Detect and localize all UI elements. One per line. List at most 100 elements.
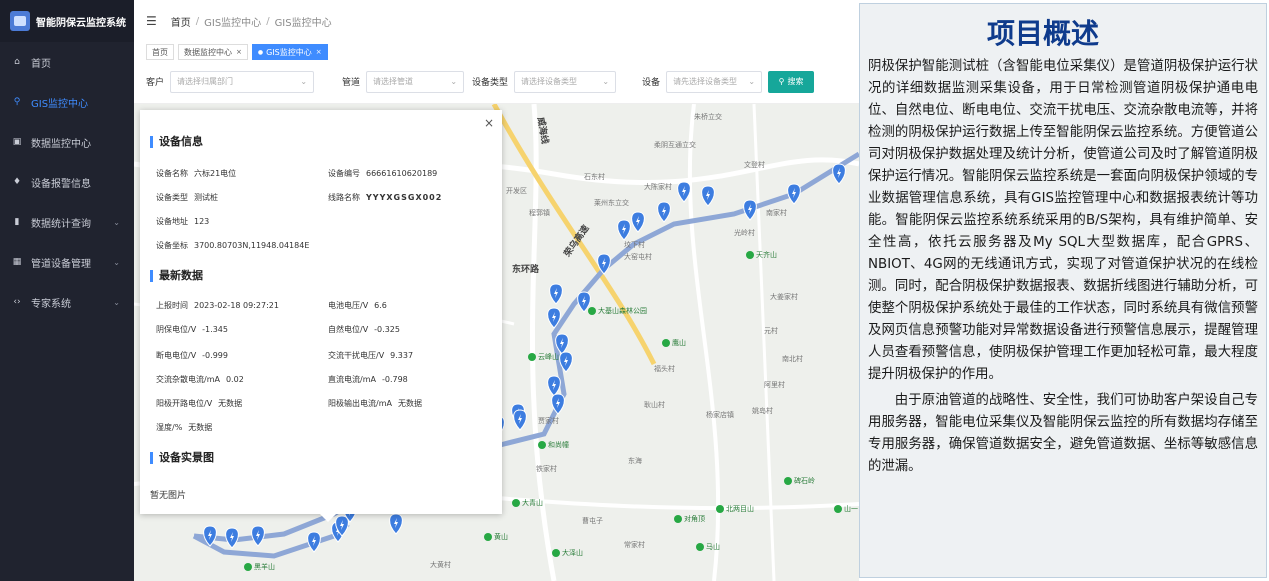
chevron-down-icon: ⌄	[113, 297, 120, 307]
sidebar-item[interactable]: ‹› 专家系统 ⌄	[0, 282, 134, 322]
field-dc-current: 直流电流/mA -0.798	[328, 375, 408, 384]
main-area: ☰ 首页 / GIS监控中心 / GIS监控中心 首页 数据监控中心 × ● GIS监控…	[134, 0, 859, 581]
field-battery-voltage: 电池电压/V 6.6	[328, 301, 387, 310]
monitor-icon: ▣	[12, 137, 22, 147]
tab[interactable]: ● GIS监控中心 ×	[251, 44, 328, 60]
home-icon: ⌂	[14, 57, 20, 67]
tab-bar: 首页 数据监控中心 × ● GIS监控中心 ×	[134, 42, 859, 60]
map-poi: 马山	[696, 542, 720, 552]
project-overview-panel: 项目概述 阴极保护智能测试桩（含智能电位采集仪）是管道阴极保护运行状况的详细数据…	[859, 3, 1267, 578]
sidebar-item[interactable]: ▣ 数据监控中心	[0, 122, 134, 162]
menu-toggle-icon[interactable]: ☰	[146, 14, 157, 28]
breadcrumb-home[interactable]: 首页	[171, 14, 191, 29]
chevron-down-icon: ⌄	[748, 77, 756, 86]
map-label: 文登村	[744, 161, 765, 169]
map-label: 光岭村	[734, 229, 755, 237]
customer-placeholder: 请选择归属部门	[177, 77, 234, 86]
road-label: 东环路	[512, 265, 540, 275]
sidebar: 智能阴保云监控系统 ⌂ 首页 ⚲ GIS监控中心 ▣ 数据监控中心 ♦ 设备报警信息 ▮ 数据统计…	[0, 0, 134, 581]
tab[interactable]: 数据监控中心 ×	[178, 44, 248, 60]
sidebar-item-label: 设备报警信息	[31, 178, 91, 190]
map-label: 大窑屯村	[624, 253, 652, 261]
chevron-down-icon: ⌄	[300, 77, 308, 86]
chevron-down-icon: ⌄	[113, 217, 120, 227]
field-ac-stray-current: 交流杂散电流/mA 0.02	[156, 375, 244, 384]
map-label: 杨家店镇	[706, 411, 734, 419]
map-poi: 大泽山	[552, 548, 583, 558]
sidebar-item[interactable]: ⌂ 首页	[0, 42, 134, 82]
field-anode-output-current: 阳极输出电流/mA 无数据	[328, 399, 422, 408]
sidebar-nav: ⌂ 首页 ⚲ GIS监控中心 ▣ 数据监控中心 ♦ 设备报警信息 ▮ 数据统计查询 ⌄ ▦ 管道设备管理…	[0, 42, 134, 322]
sidebar-item-label: 数据监控中心	[31, 138, 91, 150]
field-device-name: 设备名称 六标21电位	[156, 169, 237, 178]
breadcrumb-section[interactable]: GIS监控中心	[204, 14, 261, 29]
search-icon: ⚲	[778, 77, 785, 86]
close-tab-icon[interactable]: ×	[236, 48, 242, 56]
chevron-down-icon: ⌄	[450, 77, 458, 86]
map-poi: 鹰山	[662, 338, 686, 348]
chart-icon: ▮	[14, 217, 20, 227]
sidebar-item[interactable]: ▦ 管道设备管理 ⌄	[0, 242, 134, 282]
device-select[interactable]: 请先选择设备类型 ⌄	[666, 70, 763, 93]
overview-paragraph-1: 阴极保护智能测试桩（含智能电位采集仪）是管道阴极保护运行状况的详细数据监测采集设…	[868, 59, 1258, 382]
map-label: 元村	[764, 327, 778, 335]
popup-pointer	[320, 514, 336, 522]
close-icon[interactable]: ×	[484, 116, 494, 130]
pipeline-placeholder: 请选择管道	[373, 77, 414, 86]
map-label: 东海	[628, 457, 642, 465]
sidebar-item-label: GIS监控中心	[31, 98, 89, 110]
map-label: 大姜家村	[770, 293, 798, 301]
map-label: 柔阴互通立交	[654, 141, 696, 149]
customer-select[interactable]: 请选择归属部门 ⌄	[170, 70, 315, 93]
search-button[interactable]: ⚲ 搜索	[768, 70, 815, 93]
map-label: 莱州东立交	[594, 199, 629, 207]
filter-bar: 客户 请选择归属部门 ⌄ 管道 请选择管道 ⌄ 设备类型 请选择设备类型 ⌄ 设…	[134, 60, 859, 104]
map-label: 福头村	[654, 365, 675, 373]
map-label: 铁家村	[536, 465, 557, 473]
brand: 智能阴保云监控系统	[0, 0, 134, 42]
map-label: 坟下村	[624, 241, 645, 249]
map-label: 曹屯子	[582, 517, 603, 525]
field-report-time: 上报时间 2023-02-18 09:27:21	[156, 301, 279, 310]
location-icon: ⚲	[13, 97, 21, 107]
alarm-icon: ♦	[12, 177, 22, 187]
customer-label: 客户	[146, 78, 165, 88]
sidebar-item[interactable]: ♦ 设备报警信息	[0, 162, 134, 202]
overview-title: 项目概述	[986, 17, 1099, 50]
field-ac-voltage: 交流干扰电压/V 9.337	[328, 351, 414, 360]
device-placeholder: 请先选择设备类型	[673, 77, 738, 86]
sidebar-item[interactable]: ⚲ GIS监控中心	[0, 82, 134, 122]
map-poi: 天齐山	[746, 250, 777, 260]
section-title-device: 设备信息	[150, 136, 203, 148]
breadcrumb-current: GIS监控中心	[274, 17, 332, 29]
field-device-coord: 设备坐标 3700.80703N,11948.04184E	[156, 241, 310, 250]
map-label: 大陈家村	[644, 183, 672, 191]
map-poi: 对角顶	[674, 514, 705, 524]
sidebar-item[interactable]: ▮ 数据统计查询 ⌄	[0, 202, 134, 242]
app-logo	[10, 11, 30, 31]
map-label: 开发区	[506, 187, 527, 195]
breadcrumb-separator: /	[266, 15, 270, 27]
field-device-type: 设备类型 测试桩	[156, 193, 218, 202]
device-type-placeholder: 请选择设备类型	[521, 77, 578, 86]
map-label: 贾家村	[538, 417, 559, 425]
sidebar-item-label: 首页	[31, 58, 51, 70]
close-tab-icon[interactable]: ×	[316, 48, 322, 56]
field-off-potential: 断电电位/V -0.999	[156, 351, 228, 360]
map-label: 常家村	[624, 541, 645, 549]
map-label: 南家村	[766, 209, 787, 217]
field-anode-open-potential: 阳极开路电位/V 无数据	[156, 399, 243, 408]
field-line-name: 线路名称 YYYXGSGX002	[328, 193, 443, 202]
field-natural-potential: 自然电位/V -0.325	[328, 325, 400, 334]
map-label: 石东村	[584, 173, 605, 181]
no-photo-text: 暂无图片	[150, 491, 187, 501]
device-type-label: 设备类型	[472, 78, 509, 88]
tab[interactable]: 首页	[146, 44, 174, 60]
field-device-no: 设备编号 66661610620189	[328, 169, 438, 178]
gis-map[interactable]: 朱桥立交 柔阴互通立交 石东村 文登村 大陈家村 莱州东立交 南家村 程郭镇 开…	[134, 104, 859, 581]
tab-label: 首页	[152, 47, 168, 57]
device-type-select[interactable]: 请选择设备类型 ⌄	[514, 70, 617, 93]
pipeline-label: 管道	[342, 78, 361, 88]
pipeline-select[interactable]: 请选择管道 ⌄	[366, 70, 465, 93]
map-poi: 和尚幢	[538, 440, 569, 450]
